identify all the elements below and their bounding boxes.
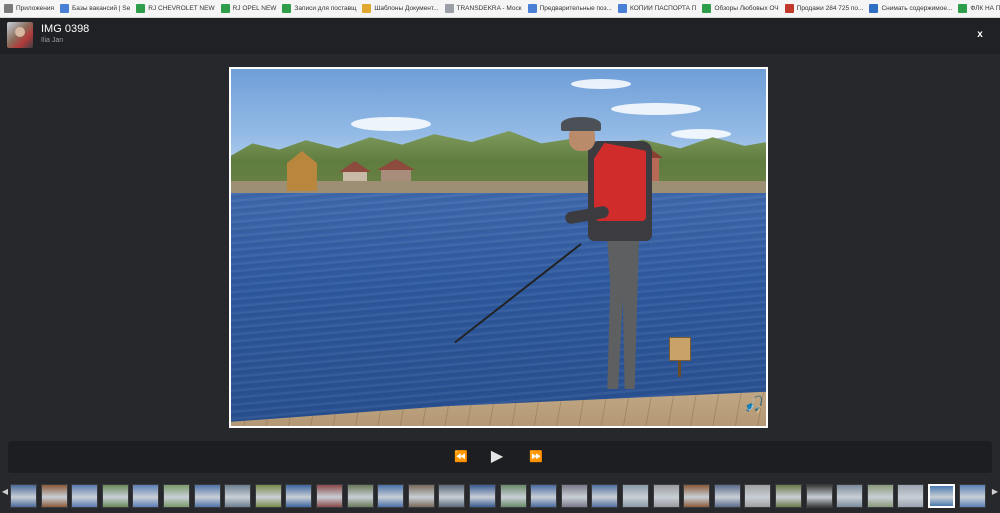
filmstrip-thumb[interactable] <box>316 484 343 508</box>
photo-cloud <box>671 129 731 139</box>
bookmark-item[interactable]: Записи для поставщ <box>280 1 360 17</box>
bookmark-item[interactable]: RJ CHEVROLET NEW <box>134 1 218 17</box>
filmstrip-thumb[interactable] <box>958 484 986 508</box>
avatar[interactable] <box>7 22 33 48</box>
filmstrip-thumb[interactable] <box>407 484 435 508</box>
filmstrip-thumb[interactable] <box>132 484 160 508</box>
filmstrip-thumb[interactable] <box>101 484 129 508</box>
filmstrip-left-arrow-icon[interactable]: ◀ <box>1 487 9 496</box>
filmstrip-thumb[interactable] <box>193 484 221 508</box>
bookmark-item[interactable]: Базы вакансий | Se <box>58 1 134 17</box>
photo-author[interactable]: Ilia Jan <box>41 37 63 44</box>
photo-title: IMG 0398 <box>41 23 90 35</box>
filmstrip-thumb[interactable] <box>652 484 680 508</box>
filmstrip-thumb[interactable] <box>713 484 741 508</box>
bookmark-label: Снимать содержимое... <box>881 5 953 12</box>
bookmark-favicon-icon <box>136 4 146 13</box>
filmstrip-thumb[interactable] <box>622 484 649 508</box>
filmstrip-thumb[interactable] <box>346 484 374 508</box>
bookmark-item[interactable]: Снимать содержимое... <box>867 1 956 17</box>
viewer-header: IMG 0398 Ilia Jan x <box>0 18 1000 54</box>
bookmark-label: Записи для поставщ <box>294 5 357 12</box>
filmstrip-thumb[interactable] <box>530 484 558 508</box>
filmstrip-right-arrow-icon[interactable]: ▶ <box>991 487 999 496</box>
filmstrip-thumb[interactable] <box>683 484 711 508</box>
filmstrip-thumb[interactable] <box>591 484 619 508</box>
bookmark-item[interactable]: RJ OPEL NEW <box>219 1 281 17</box>
bookmark-item[interactable]: Обзоры Любовых ОЧ <box>700 1 782 17</box>
bookmark-label: Базы вакансий | Se <box>72 5 131 12</box>
bookmark-label: TRANSDEKRA - Моск <box>456 5 522 12</box>
filmstrip: ◀ ▶ <box>0 479 1000 513</box>
bookmark-label: Шаблоны Документ... <box>374 5 439 12</box>
bookmark-item[interactable]: Продажи 284 725 по... <box>783 1 868 17</box>
bookmark-item[interactable]: TRANSDEKRA - Моск <box>443 1 526 17</box>
filmstrip-thumb[interactable] <box>499 484 527 508</box>
filmstrip-thumb[interactable] <box>163 484 190 508</box>
bookmark-favicon-icon <box>282 4 292 13</box>
filmstrip-thumb[interactable] <box>560 484 588 508</box>
filmstrip-thumb[interactable] <box>775 484 802 508</box>
bookmark-item[interactable]: КОПИИ ПАСПОРТА П <box>616 1 701 17</box>
bookmark-favicon-icon <box>617 4 627 13</box>
bookmark-label: КОПИИ ПАСПОРТА П <box>629 5 697 12</box>
filmstrip-thumb[interactable] <box>836 484 864 508</box>
bookmark-label: RJ OPEL NEW <box>232 5 277 12</box>
bookmark-favicon-icon <box>869 4 879 13</box>
photo-sign-post <box>678 361 681 377</box>
fisherman-logo-icon: 🎣 <box>744 397 764 414</box>
close-button[interactable]: x <box>972 27 988 43</box>
filmstrip-thumb[interactable] <box>285 484 313 508</box>
bookmark-item[interactable]: ФЛК НА ПРИЕМ <box>956 1 1000 17</box>
bookmark-label: Предварительные поз... <box>539 5 612 12</box>
bookmark-favicon-icon <box>958 4 968 13</box>
filmstrip-thumb[interactable] <box>744 484 772 508</box>
bookmark-favicon-icon <box>444 4 454 13</box>
photo-cloud <box>571 79 631 89</box>
bookmark-label: RJ CHEVROLET NEW <box>148 5 215 12</box>
filmstrip-thumb[interactable] <box>224 484 252 508</box>
slideshow-controls: ⏪ ▶ ⏩ <box>8 441 992 473</box>
photo-frame: 🎣 <box>229 67 768 428</box>
filmstrip-thumb[interactable] <box>71 484 99 508</box>
filmstrip-thumb[interactable] <box>897 484 925 508</box>
bookmark-favicon-icon <box>220 4 230 13</box>
filmstrip-thumb[interactable] <box>40 484 68 508</box>
bookmarks-bar: Приложения Базы вакансий | Se RJ CHEVROLET… <box>0 0 1000 18</box>
photo-cloud <box>351 117 431 131</box>
bookmark-label: Продажи 284 725 по... <box>796 5 864 12</box>
bookmark-favicon-icon <box>702 4 712 13</box>
bookmark-item[interactable]: Предварительные поз... <box>526 1 616 17</box>
bookmark-label: Обзоры Любовых ОЧ <box>714 5 779 12</box>
fast-forward-icon[interactable]: ⏩ <box>524 446 548 468</box>
photo-cloud <box>611 103 701 115</box>
filmstrip-thumb[interactable] <box>438 484 466 508</box>
bookmark-favicon-icon <box>784 4 794 13</box>
filmstrip-thumb[interactable] <box>254 484 282 508</box>
bookmark-item[interactable]: Шаблоны Документ... <box>360 1 442 17</box>
bookmark-favicon-icon <box>362 4 372 13</box>
rewind-icon[interactable]: ⏪ <box>449 446 473 468</box>
bookmark-item[interactable]: Приложения <box>2 1 58 17</box>
filmstrip-thumb[interactable] <box>805 484 833 508</box>
bookmark-label: ФЛК НА ПРИЕМ <box>970 5 1000 12</box>
photo-man-cap <box>561 117 601 131</box>
bookmark-label: Приложения <box>16 5 55 12</box>
play-icon[interactable]: ▶ <box>483 446 511 468</box>
bookmark-favicon-icon <box>4 4 13 13</box>
filmstrip-thumb[interactable] <box>377 484 405 508</box>
filmstrip-thumb[interactable] <box>469 484 496 508</box>
photo-sign <box>669 337 691 361</box>
filmstrip-thumb[interactable] <box>10 484 37 508</box>
filmstrip-thumb[interactable] <box>866 484 894 508</box>
filmstrip-thumb-active[interactable] <box>928 484 955 508</box>
bookmark-favicon-icon <box>60 4 70 13</box>
bookmark-favicon-icon <box>527 4 537 13</box>
main-photo[interactable]: 🎣 <box>231 69 766 426</box>
